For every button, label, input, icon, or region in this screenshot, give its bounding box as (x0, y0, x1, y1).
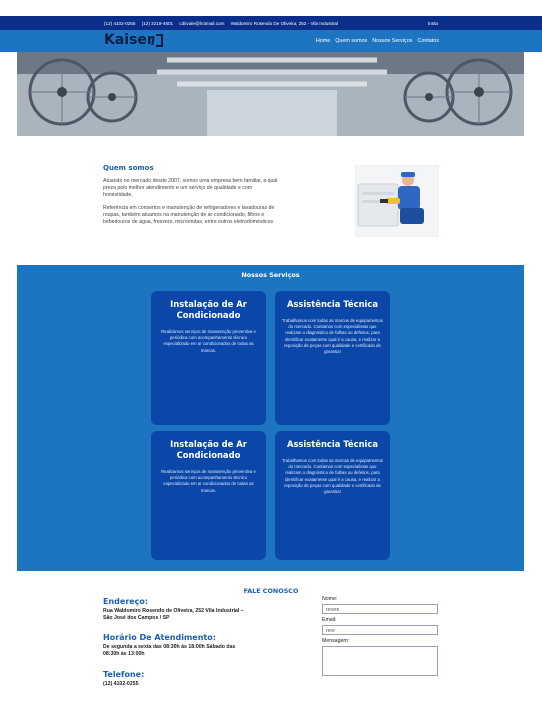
hours-text: De segunda a sexta das 08:30h às 18:00h … (103, 644, 236, 658)
email-label: Email: (322, 617, 337, 623)
name-field[interactable]: rerere (322, 604, 438, 614)
hours-block: Horário De Atendimento: De segunda a sex… (103, 633, 253, 659)
message-field[interactable] (322, 646, 438, 676)
email-link[interactable]: cditvale@hotmail.com (179, 21, 224, 26)
address-text: Rua Waldomiro Rosendo de Oliveira, 252 V… (103, 608, 244, 622)
navbar: Kaiser Home Quem somos Nossos Serviços C… (0, 30, 542, 52)
message-label: Mensagem: (322, 638, 350, 644)
service-card-title: Assistência Técnica (286, 439, 379, 449)
hours-heading: Horário De Atendimento: (103, 633, 216, 642)
technician-photo (355, 165, 439, 237)
name-label: Nome: (322, 596, 338, 602)
nav-item-quem-somos[interactable]: Quem somos (335, 38, 367, 44)
nav-item-servicos[interactable]: Nossos Serviços (372, 38, 412, 44)
service-card-text: Realizamos serviços de manutenção preven… (161, 469, 256, 493)
nav-item-contatos[interactable]: Contatos (417, 38, 439, 44)
nav-item-home[interactable]: Home (316, 38, 330, 44)
logo[interactable]: Kaiser (104, 32, 163, 48)
service-card-text: Trabalhamos com todas as marcas de equip… (281, 318, 384, 355)
about-title: Quem somos (103, 164, 154, 172)
about-paragraph-2: Referência em consertos e manutenção de … (103, 204, 275, 226)
service-card-title: Instalação de Ar Condicionado (170, 439, 247, 460)
service-card[interactable]: Instalação de Ar Condicionado Realizamos… (151, 291, 266, 425)
service-card[interactable]: Assistência Técnica Trabalhamos com toda… (275, 431, 390, 560)
phone-2[interactable]: (12) 3219-4601 (142, 21, 173, 26)
logo-mark-icon (155, 33, 163, 47)
service-card-title: Assistência Técnica (286, 299, 379, 309)
service-card[interactable]: Instalação de Ar Condicionado Realizamos… (151, 431, 266, 560)
contact-form: Nome: rerere Email: rere Mensagem: (322, 596, 440, 676)
main-nav: Home Quem somos Nossos Serviços Contatos (316, 38, 439, 44)
services-section: Nossos Serviços Instalação de Ar Condici… (17, 265, 524, 571)
phone-heading: Telefone: (103, 670, 145, 679)
industrial-fans-illustration (17, 52, 524, 136)
phone-1[interactable]: (12) 4102-0255 (104, 21, 135, 26)
top-info-bar: (12) 4102-0255 (12) 3219-4601 cditvale@h… (0, 16, 542, 30)
address-block: Endereço: Rua Waldomiro Rosendo de Olive… (103, 597, 253, 623)
service-card-text: Realizamos serviços de manutenção preven… (161, 329, 256, 353)
service-card-text: Trabalhamos com todas as marcas de equip… (281, 458, 384, 495)
about-paragraph-1: Atuando no mercado desde 2007, somos uma… (103, 178, 278, 199)
service-card-title: Instalação de Ar Condicionado (170, 299, 247, 320)
contact-info: (12) 4102-0255 (12) 3219-4601 cditvale@h… (104, 21, 343, 26)
phone-block: Telefone: (12) 4102-0255 (103, 670, 253, 688)
logo-text: Kaiser (104, 32, 154, 48)
address-heading: Endereço: (103, 597, 149, 606)
hero-banner-image (17, 52, 524, 136)
services-title: Nossos Serviços (241, 271, 300, 279)
about-section: Quem somos Atuando no mercado desde 2007… (103, 164, 278, 231)
address-text: Waldomiro Rosendo De Oliveira, 252 - Vil… (230, 20, 338, 26)
phone-text[interactable]: (12) 4102-0255 (103, 681, 253, 688)
instagram-link[interactable]: Insta (428, 21, 438, 26)
contact-title: FALE CONOSCO (243, 587, 299, 595)
service-card[interactable]: Assistência Técnica Trabalhamos com toda… (275, 291, 390, 425)
email-field[interactable]: rere (322, 625, 438, 635)
